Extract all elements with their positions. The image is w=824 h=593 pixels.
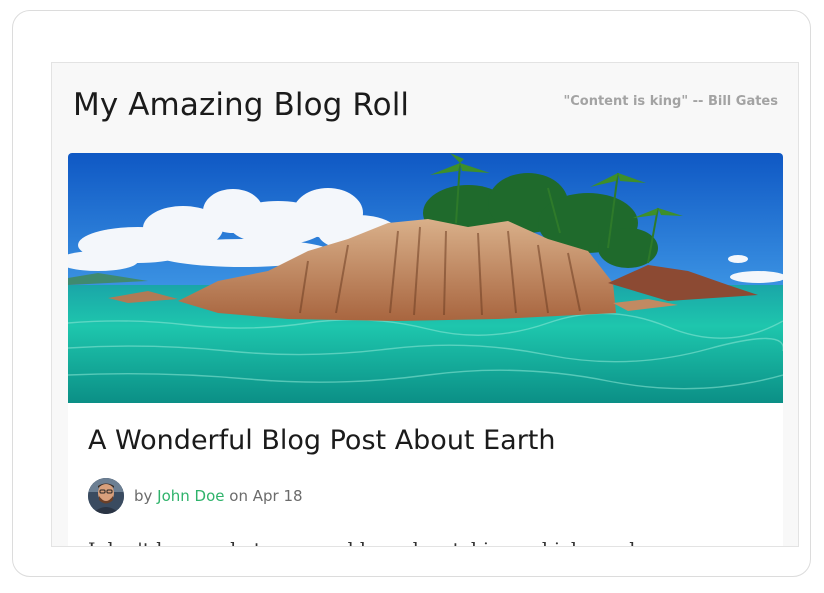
author-avatar[interactable]: [88, 478, 124, 514]
author-link[interactable]: John Doe: [157, 487, 224, 505]
post-meta-text: by John Doe on Apr 18: [134, 487, 303, 505]
post-title[interactable]: A Wonderful Blog Post About Earth: [88, 425, 556, 456]
site-title: My Amazing Blog Roll: [73, 87, 410, 123]
post-date: Apr 18: [252, 487, 303, 505]
byline-on: on: [224, 487, 253, 505]
device-frame: My Amazing Blog Roll "Content is king" -…: [12, 10, 811, 577]
header-quote: "Content is king" -- Bill Gates: [563, 94, 778, 109]
post-excerpt: I don't know what you would need watchin…: [88, 539, 768, 546]
byline-prefix: by: [134, 487, 158, 505]
blog-post-card[interactable]: A Wonderful Blog Post About Earth by Joh: [68, 153, 783, 546]
page-viewport[interactable]: My Amazing Blog Roll "Content is king" -…: [51, 62, 799, 547]
post-meta: by John Doe on Apr 18: [88, 477, 303, 515]
site-header: My Amazing Blog Roll "Content is king" -…: [52, 63, 798, 155]
post-hero-image: [68, 153, 783, 403]
